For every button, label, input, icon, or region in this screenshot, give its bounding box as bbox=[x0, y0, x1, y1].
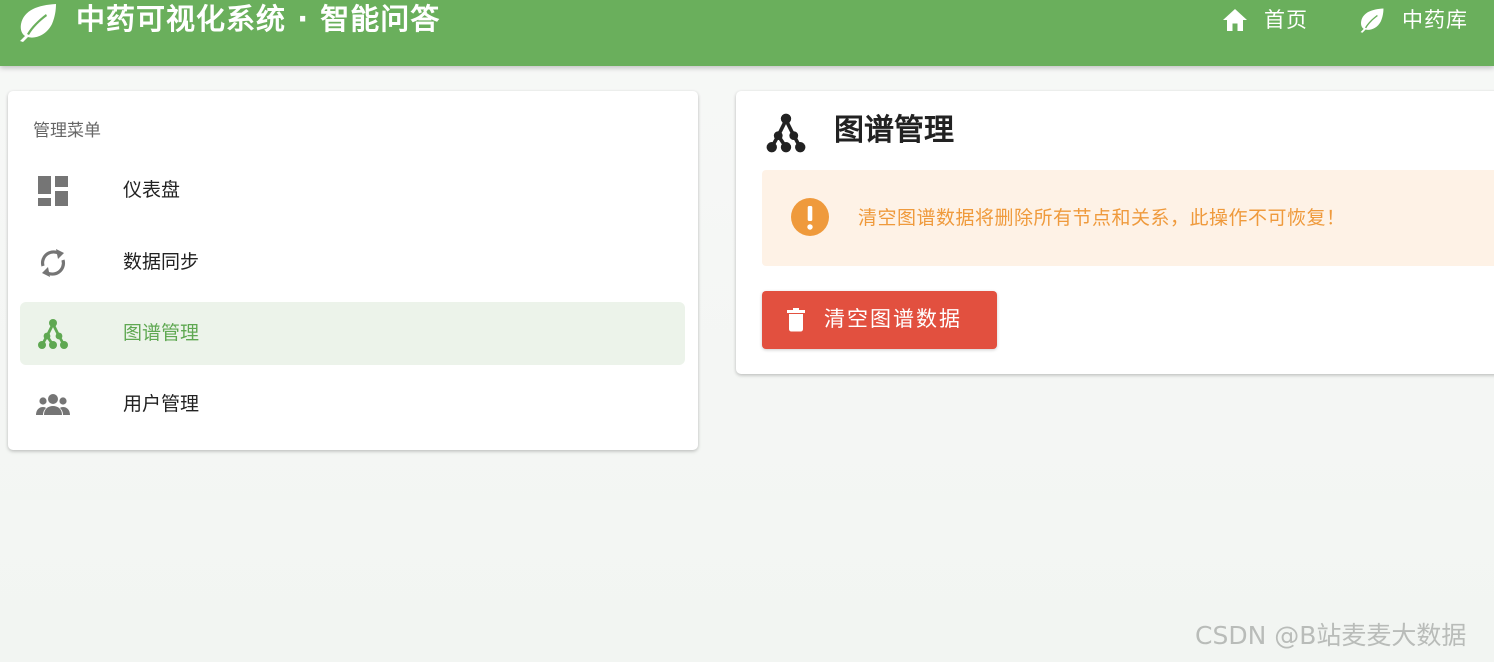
warning-alert: 清空图谱数据将删除所有节点和关系，此操作不可恢复！ bbox=[762, 170, 1494, 266]
sidebar-item-label: 用户管理 bbox=[123, 393, 200, 415]
graph-icon bbox=[766, 113, 806, 153]
dashboard-icon bbox=[38, 176, 68, 206]
nav-herb-library-link[interactable]: 中药库 bbox=[1358, 4, 1468, 36]
admin-menu-card: 管理菜单 仪表盘 数据同步 图谱管理 用户管理 bbox=[8, 91, 698, 450]
sidebar-item-label: 图谱管理 bbox=[123, 322, 200, 344]
nav-home-link[interactable]: 首页 bbox=[1222, 4, 1308, 36]
sidebar-item-data-sync[interactable]: 数据同步 bbox=[20, 231, 685, 294]
leaf-icon bbox=[20, 4, 56, 42]
sidebar-item-label: 仪表盘 bbox=[123, 179, 181, 201]
sidebar-item-graph-management[interactable]: 图谱管理 bbox=[20, 302, 685, 365]
sidebar-item-dashboard[interactable]: 仪表盘 bbox=[20, 159, 685, 222]
menu-header: 管理菜单 bbox=[33, 121, 101, 141]
app-bar: 中药可视化系统 · 智能问答 首页 中药库 bbox=[0, 0, 1494, 66]
watermark: CSDN @B站麦麦大数据 bbox=[1195, 621, 1467, 650]
warning-text: 清空图谱数据将删除所有节点和关系，此操作不可恢复！ bbox=[858, 207, 1346, 229]
clear-graph-button[interactable]: 清空图谱数据 bbox=[762, 291, 997, 349]
clear-graph-button-label: 清空图谱数据 bbox=[824, 308, 962, 331]
app-title: 中药可视化系统 · 智能问答 bbox=[76, 2, 441, 36]
graph-icon bbox=[38, 319, 68, 349]
users-icon bbox=[36, 394, 70, 415]
page-title: 图谱管理 bbox=[834, 113, 954, 148]
home-icon bbox=[1223, 9, 1247, 31]
nav-home-label: 首页 bbox=[1264, 8, 1308, 32]
trash-icon bbox=[787, 308, 805, 332]
sync-icon bbox=[40, 249, 66, 277]
leaf-icon bbox=[1360, 8, 1384, 33]
sidebar-item-user-management[interactable]: 用户管理 bbox=[20, 373, 685, 436]
sidebar-item-label: 数据同步 bbox=[123, 251, 200, 273]
warning-icon bbox=[791, 198, 829, 236]
graph-management-card: 图谱管理 清空图谱数据将删除所有节点和关系，此操作不可恢复！ 清空图谱数据 bbox=[736, 91, 1494, 374]
nav-herb-library-label: 中药库 bbox=[1402, 8, 1468, 32]
